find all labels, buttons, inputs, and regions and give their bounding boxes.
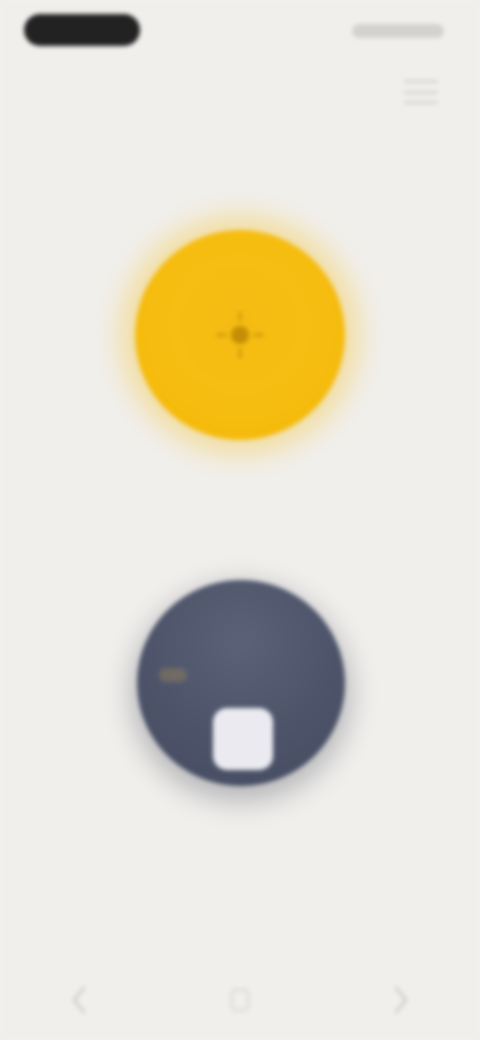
sun-icon xyxy=(216,311,264,359)
moon-accent xyxy=(159,668,187,682)
sun-button[interactable] xyxy=(135,230,345,440)
home-button[interactable] xyxy=(220,970,260,1030)
bottom-navigation xyxy=(0,970,480,1030)
back-icon xyxy=(72,986,86,1014)
menu-line xyxy=(404,101,438,104)
app-screen xyxy=(0,0,480,1040)
back-button[interactable] xyxy=(60,970,100,1030)
menu-icon[interactable] xyxy=(404,80,438,104)
moon-button[interactable] xyxy=(137,580,345,786)
home-icon xyxy=(230,988,250,1012)
menu-line xyxy=(404,90,438,94)
status-indicators xyxy=(352,24,444,38)
moon-card-icon xyxy=(213,708,273,770)
menu-line xyxy=(404,80,438,83)
recents-button[interactable] xyxy=(380,970,420,1030)
recents-icon xyxy=(394,986,408,1014)
status-pill xyxy=(24,14,140,46)
